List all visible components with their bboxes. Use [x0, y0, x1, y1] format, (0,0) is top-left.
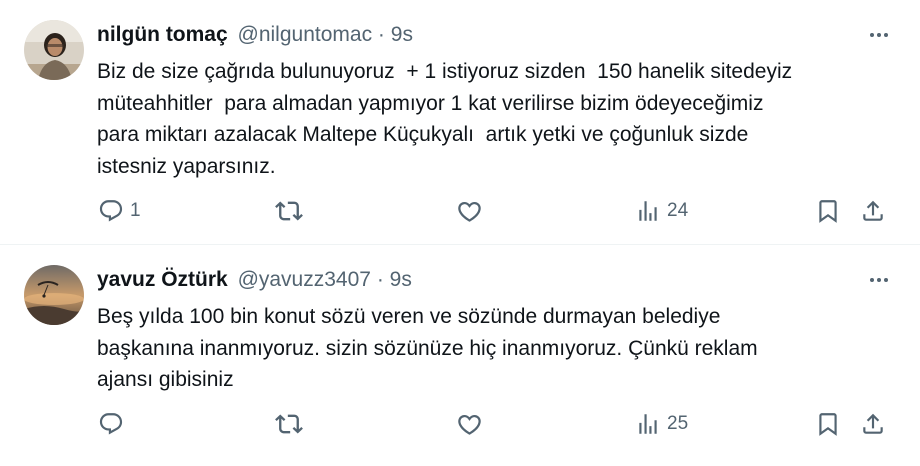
reply-icon [98, 198, 124, 224]
more-icon[interactable] [866, 267, 892, 293]
timestamp[interactable]: 9s [391, 23, 413, 46]
like-button[interactable] [456, 196, 489, 226]
bookmark-icon [815, 198, 841, 224]
user-handle[interactable]: @nilguntomac [238, 23, 373, 46]
tweet[interactable]: nilgün tomaç @nilguntomac · 9s Biz de si… [0, 0, 920, 245]
reply-icon [98, 411, 124, 437]
views-button[interactable]: 25 [635, 409, 688, 439]
tweet-text: Beş yılda 100 bin konut sözü veren ve sö… [97, 305, 758, 392]
like-icon [456, 411, 483, 438]
bookmark-button[interactable] [815, 196, 841, 226]
avatar[interactable] [24, 20, 84, 80]
share-icon [860, 411, 886, 437]
retweet-button[interactable] [275, 409, 309, 439]
more-icon[interactable] [866, 22, 892, 48]
retweet-icon [275, 197, 303, 225]
timestamp[interactable]: 9s [390, 268, 412, 291]
like-icon [456, 198, 483, 225]
bookmark-icon [815, 411, 841, 437]
bookmark-button[interactable] [815, 409, 841, 439]
share-button[interactable] [860, 196, 886, 226]
like-button[interactable] [456, 409, 489, 439]
separator-dot: · [377, 23, 385, 46]
display-name[interactable]: nilgün tomaç [97, 23, 228, 46]
share-button[interactable] [860, 409, 886, 439]
tweet[interactable]: yavuz Öztürk @yavuzz3407 · 9s Beş yılda … [0, 245, 920, 466]
retweet-button[interactable] [275, 196, 309, 226]
reply-count: 1 [130, 200, 141, 221]
views-icon [635, 198, 661, 224]
user-handle[interactable]: @yavuzz3407 [238, 268, 371, 291]
action-bar: 25 [0, 409, 920, 439]
tweet-text: Biz de size çağrıda bulunuyoruz + 1 isti… [97, 60, 793, 178]
display-name[interactable]: yavuz Öztürk [97, 268, 228, 291]
share-icon [860, 198, 886, 224]
action-bar: 1 24 [0, 196, 920, 226]
separator-dot: · [376, 268, 384, 291]
tweet-header: yavuz Öztürk @yavuzz3407 · 9s [97, 266, 412, 294]
views-icon [635, 411, 661, 437]
reply-button[interactable]: 1 [98, 196, 141, 226]
tweet-header: nilgün tomaç @nilguntomac · 9s [97, 21, 413, 49]
view-count: 24 [667, 200, 689, 221]
retweet-icon [275, 410, 303, 438]
views-button[interactable]: 24 [635, 196, 688, 226]
view-count: 25 [667, 413, 689, 434]
avatar[interactable] [24, 265, 84, 325]
reply-button[interactable] [98, 409, 130, 439]
